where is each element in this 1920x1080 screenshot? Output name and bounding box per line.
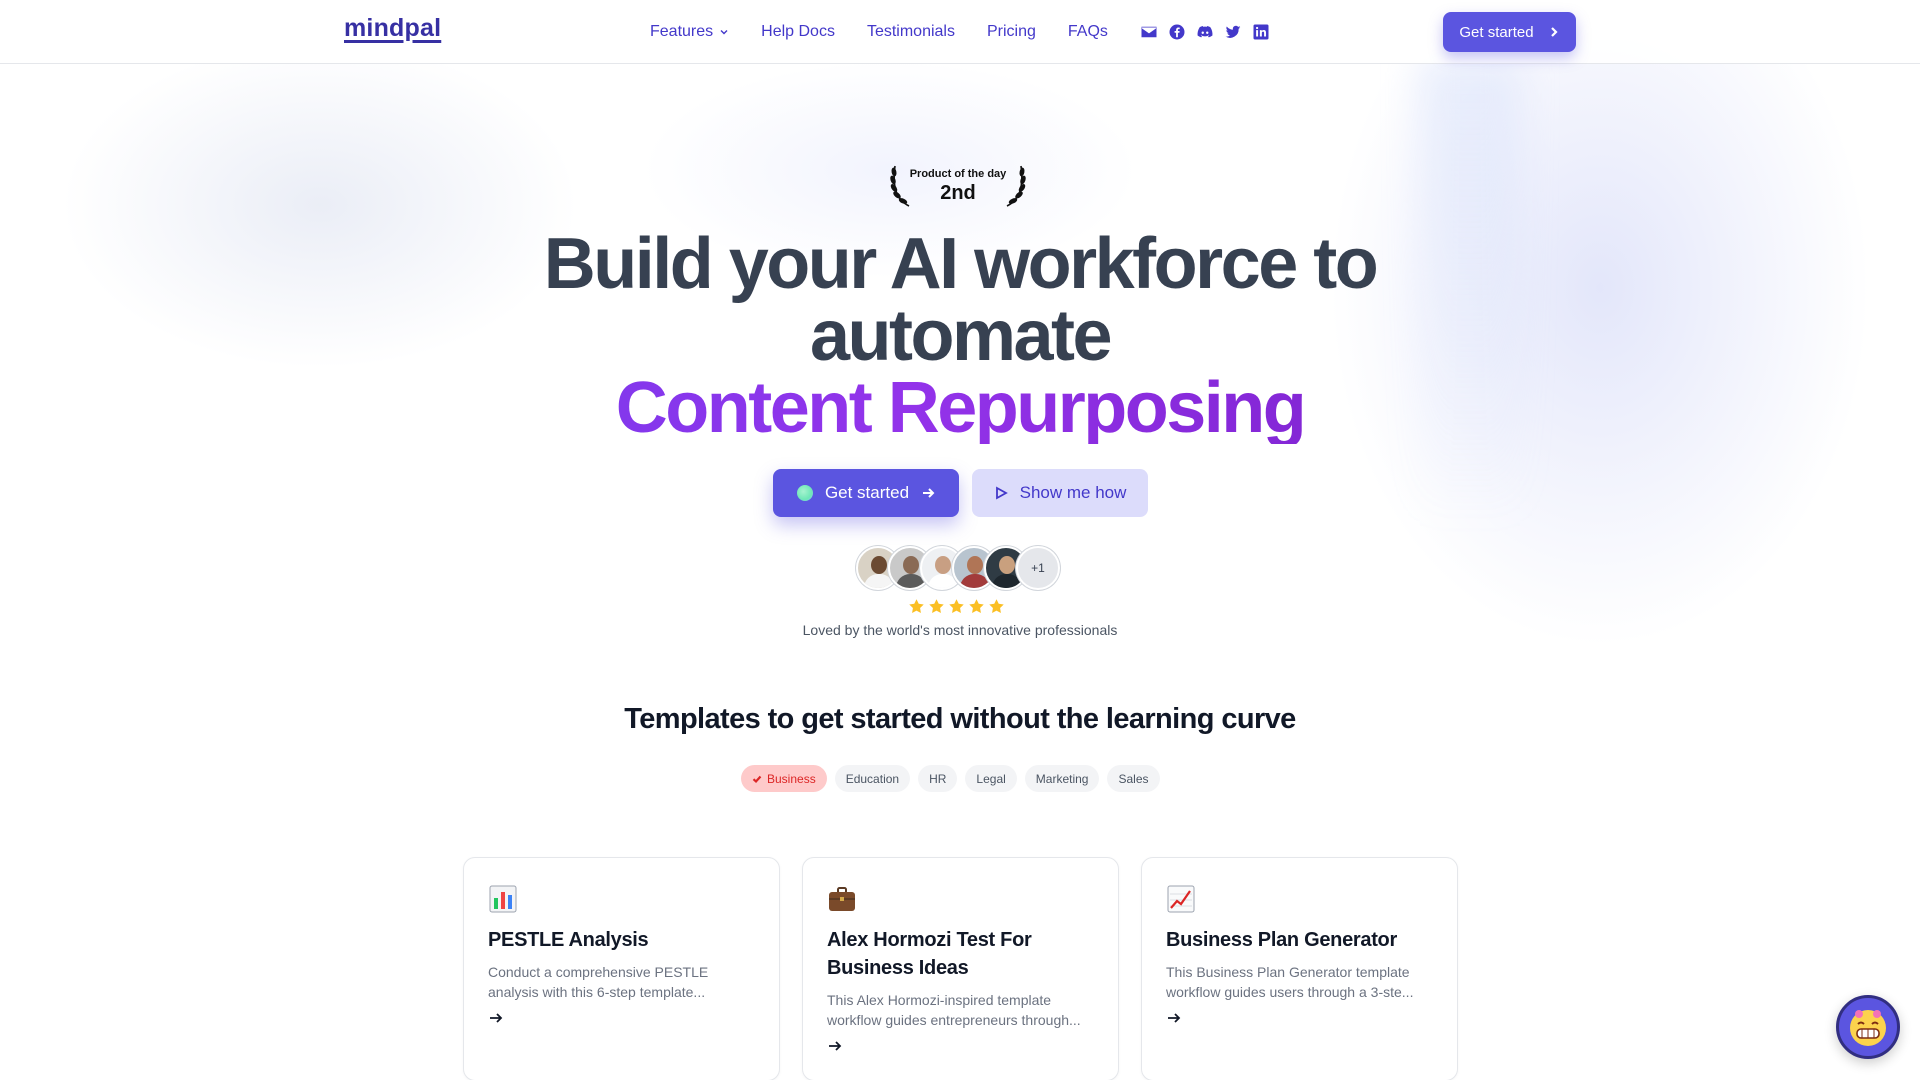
show-me-how-label: Show me how <box>1019 483 1127 502</box>
nav-get-started-label: Get started <box>1459 23 1534 41</box>
template-card-description: This Alex Hormozi-inspired template work… <box>827 992 1081 1028</box>
play-icon <box>995 486 1008 500</box>
bar-chart-icon <box>489 885 517 913</box>
star-icon <box>929 599 944 613</box>
discord-icon[interactable] <box>1196 23 1214 41</box>
star-icon <box>969 599 984 613</box>
nav-links: Features Help Docs Testimonials Pricing … <box>650 0 1270 64</box>
arrow-right-icon <box>923 488 935 498</box>
check-icon <box>752 775 762 783</box>
hero-get-started-label: Get started <box>824 483 910 502</box>
product-of-the-day-badge[interactable]: Product of the day 2nd <box>883 158 1033 210</box>
user-avatars: +1 <box>856 546 1060 590</box>
category-chip-label: Business <box>767 771 816 786</box>
avatar-more-count: +1 <box>1016 546 1060 590</box>
arrow-right-icon <box>490 1013 503 1023</box>
arrow-right-icon <box>829 1041 842 1051</box>
template-card-title: PESTLE Analysis <box>488 929 649 951</box>
hero-cta-row: Get started Show me how <box>773 469 1148 517</box>
template-category-filters: Business Education HR Legal Marketing Sa… <box>741 765 1160 792</box>
templates-heading-regular: Templates to get started <box>624 703 943 735</box>
nav-link-features[interactable]: Features <box>650 23 729 41</box>
chevron-down-icon <box>720 30 728 35</box>
category-chip-hr[interactable]: HR <box>918 765 958 792</box>
template-card-title: Business Plan Generator <box>1166 929 1397 951</box>
logo[interactable]: mindpal <box>344 14 441 43</box>
star-icon <box>949 599 964 613</box>
hero-heading-line1: Build your AI workforce to <box>543 224 1379 304</box>
templates-heading-bold: without the learning curve <box>950 703 1296 735</box>
templates-heading: Templates to get started without the lea… <box>460 703 1460 736</box>
chevron-right-icon <box>1550 27 1558 37</box>
star-icon <box>909 599 924 613</box>
star-rating <box>908 598 1005 615</box>
nav-link-pricing[interactable]: Pricing <box>987 23 1036 41</box>
hero-get-started-button[interactable]: Get started <box>773 469 959 517</box>
mail-icon[interactable] <box>1140 23 1158 41</box>
social-links <box>1140 23 1270 41</box>
nav-link-help-docs[interactable]: Help Docs <box>761 23 835 41</box>
template-card-business-plan[interactable]: Business Plan Generator This Business Pl… <box>1141 857 1458 1080</box>
trend-chart-icon <box>1167 885 1195 913</box>
hero-heading-accent: Content Repurposing <box>460 372 1460 444</box>
hero-heading-line2: automate <box>809 296 1113 376</box>
nav-link-faqs[interactable]: FAQs <box>1068 23 1108 41</box>
star-icon <box>989 599 1004 613</box>
facebook-icon[interactable] <box>1168 23 1186 41</box>
template-card-description: This Business Plan Generator template wo… <box>1166 964 1414 1000</box>
hero-heading: Build your AI workforce to automate Cont… <box>460 228 1460 444</box>
nav-link-features-label: Features <box>650 23 714 40</box>
grinning-face-icon <box>1850 1010 1886 1046</box>
template-card-description: Conduct a comprehensive PESTLE analysis … <box>488 964 709 1000</box>
briefcase-icon <box>829 887 855 911</box>
category-chip-sales[interactable]: Sales <box>1107 765 1160 792</box>
linkedin-icon[interactable] <box>1252 23 1270 41</box>
template-card-hormozi[interactable]: Alex Hormozi Test For Business Ideas Thi… <box>802 857 1119 1080</box>
template-cards: PESTLE Analysis Conduct a comprehensive … <box>463 857 1458 1080</box>
chat-widget-button[interactable] <box>1836 995 1900 1059</box>
template-card-pestle[interactable]: PESTLE Analysis Conduct a comprehensive … <box>463 857 780 1080</box>
category-chip-marketing[interactable]: Marketing <box>1024 765 1100 792</box>
category-chip-business[interactable]: Business <box>741 765 827 792</box>
social-proof-tagline: Loved by the world's most innovative pro… <box>802 622 1118 638</box>
twitter-icon[interactable] <box>1224 23 1242 41</box>
template-card-title: Alex Hormozi Test For Business Ideas <box>827 929 1032 979</box>
category-chip-education[interactable]: Education <box>834 765 911 792</box>
category-chip-legal[interactable]: Legal <box>965 765 1017 792</box>
nav-get-started-button[interactable]: Get started <box>1443 12 1576 52</box>
nav-link-testimonials[interactable]: Testimonials <box>867 23 955 41</box>
arrow-right-icon <box>1168 1013 1181 1023</box>
top-navbar: mindpal Features Help Docs Testimonials … <box>0 0 1920 64</box>
laurel-right-icon <box>1006 165 1026 207</box>
status-dot-icon <box>796 485 813 501</box>
show-me-how-button[interactable]: Show me how <box>972 469 1148 517</box>
